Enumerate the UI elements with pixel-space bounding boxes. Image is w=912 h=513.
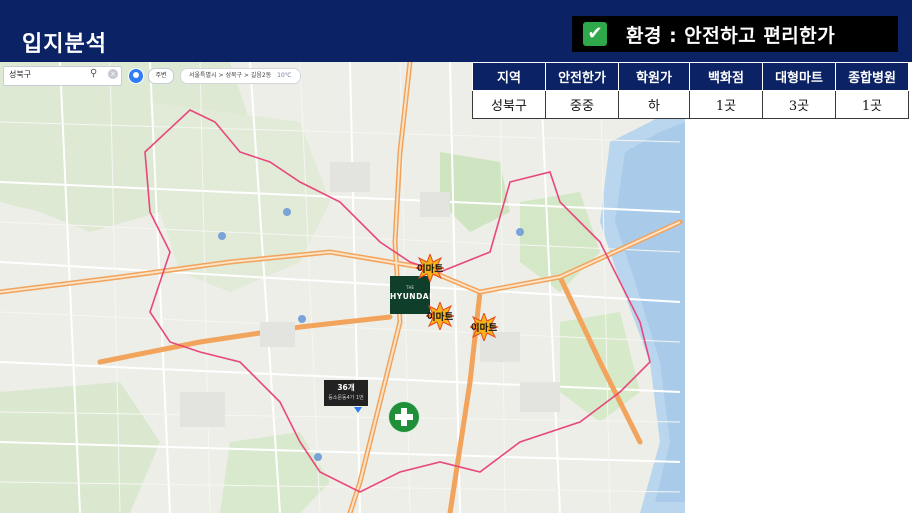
summary-table: 지역 안전한가 학원가 백화점 대형마트 종합병원 성북구 중중 하 1곳 3곳…	[472, 62, 909, 119]
table-header: 백화점	[689, 62, 763, 91]
map-pointer-icon	[354, 407, 362, 413]
table-cell: 3곳	[762, 90, 836, 119]
header-bar: 입지분석 ✔ 환경 : 안전하고 편리한가	[0, 0, 912, 62]
map-canvas	[0, 62, 685, 513]
breadcrumb-path: 서울특별시 > 성북구 > 길음2동	[189, 72, 272, 79]
environment-badge: ✔ 환경 : 안전하고 편리한가	[572, 16, 898, 52]
page-title: 입지분석	[22, 32, 107, 57]
listing-count: 36개	[337, 383, 355, 392]
table-cell: 성북구	[472, 90, 546, 119]
badge-title: 환경 : 안전하고 편리한가	[626, 25, 836, 47]
listing-count-tag[interactable]: 36개 등소문동4가 1번	[324, 380, 368, 406]
map-search-input[interactable]: 성북구 ⚲ ×	[3, 66, 122, 86]
table-header: 지역	[472, 62, 546, 91]
emart-marker[interactable]: 이마트	[416, 254, 444, 282]
table-header: 종합병원	[835, 62, 909, 91]
table-cell: 중중	[545, 90, 619, 119]
hyundai-sub-label: THE	[406, 285, 414, 290]
check-icon: ✔	[583, 22, 607, 46]
listing-address: 등소문동4가 1번	[328, 395, 364, 401]
table-cell: 1곳	[835, 90, 909, 119]
location-pin-icon[interactable]	[128, 68, 144, 84]
emart-label: 이마트	[416, 264, 444, 275]
table-header: 학원가	[618, 62, 690, 91]
breadcrumb[interactable]: 서울특별시 > 성북구 > 길음2동 10℃	[180, 68, 301, 84]
nearby-button[interactable]: 주변	[148, 68, 174, 84]
table-header: 안전한가	[545, 62, 619, 91]
clear-icon[interactable]: ×	[108, 69, 118, 79]
table-header-row: 지역 안전한가 학원가 백화점 대형마트 종합병원	[472, 62, 909, 91]
search-value: 성북구	[9, 70, 32, 79]
temperature: 10℃	[277, 72, 292, 79]
hospital-cross-icon[interactable]	[389, 402, 419, 432]
map-view[interactable]: 성북구 ⚲ × 주변 서울특별시 > 성북구 > 길음2동 10℃ THE HY…	[0, 62, 685, 513]
emart-marker[interactable]: 이마트	[426, 302, 454, 330]
table-row: 성북구 중중 하 1곳 3곳 1곳	[472, 90, 909, 119]
table-header: 대형마트	[762, 62, 836, 91]
table-cell: 하	[618, 90, 690, 119]
emart-label: 이마트	[470, 323, 498, 334]
table-cell: 1곳	[689, 90, 763, 119]
hyundai-label: HYUNDAI	[390, 292, 433, 301]
emart-marker[interactable]: 이마트	[470, 313, 498, 341]
emart-label: 이마트	[426, 312, 454, 323]
search-icon[interactable]: ⚲	[90, 68, 97, 79]
